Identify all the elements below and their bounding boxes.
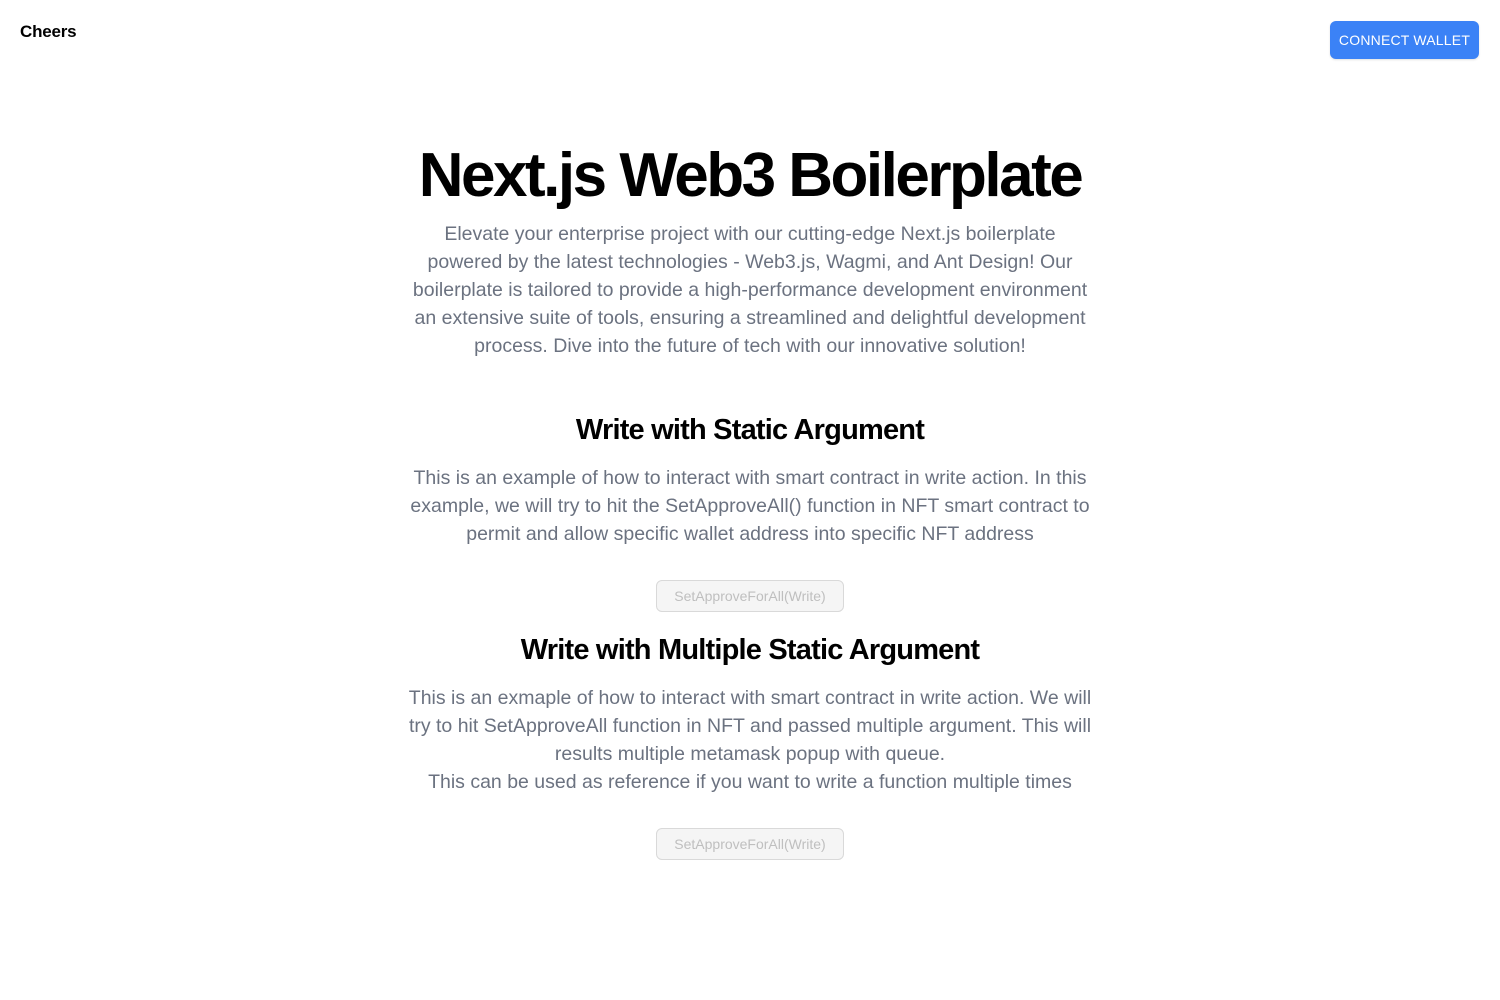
section-title-multiple-static-argument: Write with Multiple Static Argument: [520, 634, 980, 666]
set-approve-for-all-button[interactable]: SetApproveForAll(Write): [656, 580, 844, 612]
hero-description: Elevate your enterprise project with our…: [412, 223, 1088, 357]
brand-logo[interactable]: Cheers: [20, 22, 77, 42]
navbar: Cheers CONNECT WALLET: [0, 0, 1500, 80]
section-description-static-argument: This is an example of how to interact wi…: [410, 467, 1090, 545]
connect-wallet-button[interactable]: CONNECT WALLET: [1330, 21, 1479, 59]
page: Cheers CONNECT WALLET Next.js Web3 Boile…: [0, 0, 1500, 1000]
set-approve-for-all-multiple-button[interactable]: SetApproveForAll(Write): [656, 828, 844, 860]
section-description-multiple-static-argument: This is an exmaple of how to interact wi…: [408, 687, 1092, 793]
page-title: Next.js Web3 Boilerplate: [418, 141, 1084, 210]
section-title-static-argument: Write with Static Argument: [575, 414, 925, 446]
